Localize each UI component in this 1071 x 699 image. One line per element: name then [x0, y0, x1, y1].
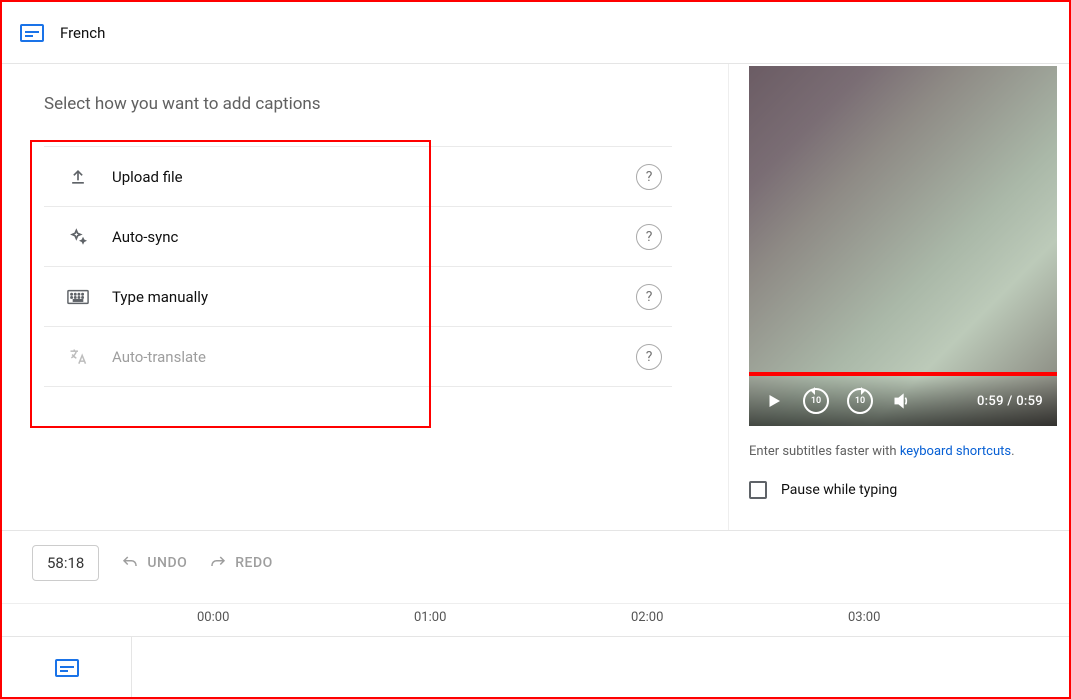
caption-method-panel: Select how you want to add captions Uplo…: [2, 64, 729, 530]
timeline-tick: 03:00: [848, 610, 880, 625]
redo-button[interactable]: REDO: [209, 554, 273, 572]
video-controls: 10 10 0:59 / 0:59: [749, 376, 1057, 426]
play-icon[interactable]: [763, 390, 785, 412]
option-label: Upload file: [112, 168, 614, 186]
keyboard-icon: [66, 285, 90, 309]
undo-button[interactable]: UNDO: [121, 554, 187, 572]
option-type-manually[interactable]: Type manually ?: [44, 267, 672, 327]
timeline-tick: 01:00: [414, 610, 446, 625]
language-title: French: [60, 24, 105, 42]
option-label: Auto-translate: [112, 348, 614, 366]
undo-icon: [121, 554, 139, 572]
sparkle-icon: [66, 225, 90, 249]
timeline-tick: 00:00: [197, 610, 229, 625]
timeline-toolbar: 58:18 UNDO REDO 00:00 01:00 02:00 03:00: [2, 530, 1069, 636]
help-icon[interactable]: ?: [636, 164, 662, 190]
caption-track-strip: [2, 636, 1069, 698]
caption-track-header[interactable]: [2, 637, 132, 698]
caption-method-list: Upload file ? Auto-sync ?: [44, 146, 672, 387]
video-time-display: 0:59 / 0:59: [977, 394, 1043, 409]
volume-icon[interactable]: [891, 390, 913, 412]
keyboard-shortcuts-link[interactable]: keyboard shortcuts: [900, 444, 1011, 459]
option-upload-file[interactable]: Upload file ?: [44, 147, 672, 207]
redo-icon: [209, 554, 227, 572]
checkbox-icon[interactable]: [749, 481, 767, 499]
replay-10-icon[interactable]: 10: [803, 388, 829, 414]
forward-10-icon[interactable]: 10: [847, 388, 873, 414]
help-icon[interactable]: ?: [636, 344, 662, 370]
help-icon[interactable]: ?: [636, 224, 662, 250]
pause-while-typing-toggle[interactable]: Pause while typing: [749, 481, 1069, 499]
main-area: Select how you want to add captions Uplo…: [2, 64, 1069, 530]
option-auto-translate: Auto-translate ?: [44, 327, 672, 387]
help-icon[interactable]: ?: [636, 284, 662, 310]
subtitles-icon: [55, 659, 79, 677]
pause-while-typing-label: Pause while typing: [781, 482, 897, 498]
option-label: Type manually: [112, 288, 614, 306]
timeline-tick: 02:00: [631, 610, 663, 625]
panel-subtitle: Select how you want to add captions: [44, 94, 672, 114]
upload-icon: [66, 165, 90, 189]
toolbar-row: 58:18 UNDO REDO: [2, 531, 1069, 581]
option-label: Auto-sync: [112, 228, 614, 246]
language-header: French: [2, 2, 1069, 64]
timeline-ruler[interactable]: 00:00 01:00 02:00 03:00: [2, 603, 1069, 637]
preview-panel: 10 10 0:59 / 0:59: [729, 64, 1069, 530]
subtitles-icon: [20, 24, 44, 42]
timecode-input[interactable]: 58:18: [32, 545, 99, 581]
shortcut-hint: Enter subtitles faster with keyboard sho…: [749, 444, 1069, 459]
translate-icon: [66, 345, 90, 369]
video-preview[interactable]: 10 10 0:59 / 0:59: [749, 66, 1057, 426]
option-auto-sync[interactable]: Auto-sync ?: [44, 207, 672, 267]
caption-editor-window: French Select how you want to add captio…: [0, 0, 1071, 699]
